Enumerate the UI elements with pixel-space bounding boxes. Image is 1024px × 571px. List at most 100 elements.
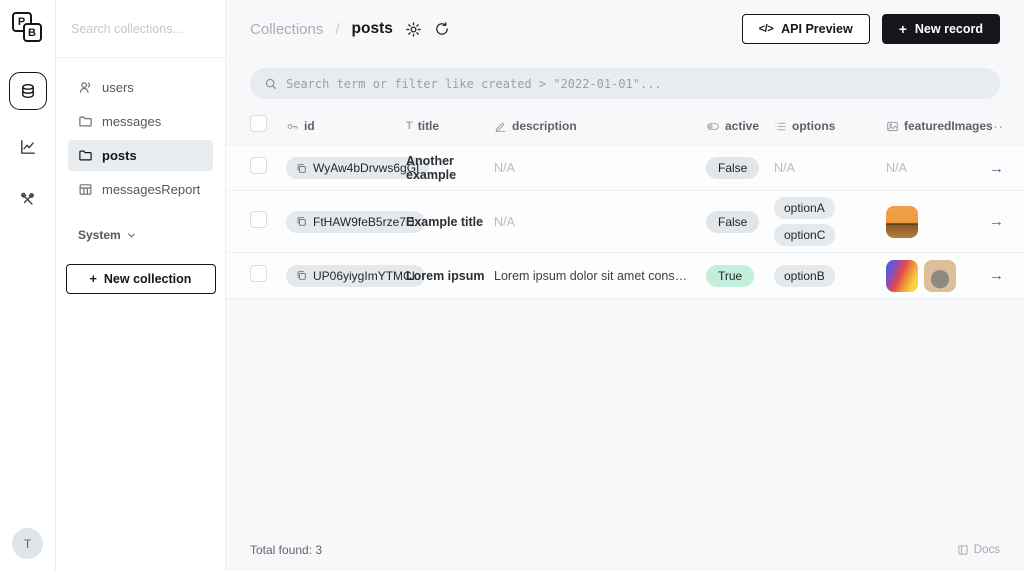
- table-footer: Total found: 3 Docs: [226, 529, 1024, 571]
- record-title: Another example: [406, 154, 457, 182]
- record-id-pill[interactable]: UP06yiygImYTMCI: [286, 264, 426, 287]
- cat-thumbnail[interactable]: [924, 259, 956, 292]
- record-title: Lorem ipsum: [406, 268, 485, 283]
- logo-letter-b: B: [22, 23, 42, 42]
- sidebar-item-messages[interactable]: messages: [68, 106, 213, 137]
- pencil-icon: [494, 120, 507, 133]
- row-checkbox[interactable]: [250, 210, 267, 228]
- key-icon: [286, 120, 299, 133]
- list-icon: [774, 120, 787, 133]
- chevron-down-icon: [126, 230, 137, 241]
- sidebar-search: [56, 0, 225, 58]
- column-options-menu-button[interactable]: ···: [988, 119, 1004, 134]
- sidebar-item-label: posts: [102, 148, 137, 163]
- record-title: Example title: [406, 214, 484, 229]
- icon-rail: P B T: [0, 0, 56, 571]
- collections-nav-button[interactable]: [8, 72, 47, 110]
- collection-list: users messages posts messagesReport: [56, 58, 225, 208]
- logs-nav-button[interactable]: [9, 128, 47, 166]
- api-preview-button[interactable]: </> API Preview: [741, 14, 870, 44]
- options-na: N/A: [774, 161, 795, 175]
- refresh-button[interactable]: [434, 21, 450, 37]
- api-preview-label: API Preview: [781, 22, 853, 36]
- select-all-checkbox[interactable]: [250, 115, 267, 132]
- row-checkbox[interactable]: [250, 264, 267, 282]
- image-icon: [886, 120, 899, 133]
- table-body: WyAw4bDrvws6gGI Another example N/A False N/…: [226, 145, 1024, 299]
- settings-nav-button[interactable]: [9, 180, 47, 218]
- sidebar-item-users[interactable]: users: [68, 72, 213, 103]
- new-collection-label: New collection: [103, 272, 192, 286]
- copy-icon: [296, 270, 307, 281]
- sidebar-item-posts[interactable]: posts: [68, 140, 213, 171]
- new-record-button[interactable]: + New record: [881, 14, 1000, 44]
- system-collections-toggle[interactable]: System: [56, 208, 225, 242]
- expand-record-arrow[interactable]: →: [989, 213, 1004, 230]
- database-icon: [19, 82, 37, 100]
- chart-icon: [19, 138, 37, 156]
- expand-record-arrow[interactable]: →: [989, 267, 1004, 284]
- pocketbase-logo[interactable]: P B: [11, 12, 44, 44]
- record-id: UP06yiygImYTMCI: [313, 268, 416, 283]
- record-id: FtHAW9feB5rze7D: [313, 214, 415, 229]
- text-icon: T: [406, 120, 413, 132]
- record-options: optionA optionC: [774, 197, 886, 246]
- new-record-label: New record: [914, 22, 983, 36]
- sunset-thumbnail[interactable]: [886, 205, 918, 238]
- users-icon: [78, 80, 93, 95]
- column-header-id[interactable]: id: [286, 119, 406, 133]
- copy-icon: [296, 216, 307, 227]
- column-header-title[interactable]: T title: [406, 119, 494, 133]
- column-header-description[interactable]: description: [494, 119, 706, 133]
- total-found-label: Total found: 3: [250, 543, 323, 557]
- copy-icon: [296, 163, 307, 174]
- breadcrumb-current-collection: posts: [351, 20, 393, 37]
- sidebar-item-label: users: [102, 80, 134, 95]
- tools-icon: [19, 191, 36, 208]
- column-header-options[interactable]: options: [774, 119, 886, 133]
- table-icon: [78, 182, 93, 197]
- record-description: Lorem ipsum dolor sit amet consectetur..…: [494, 268, 706, 283]
- main-panel: Collections / posts </> API Preview + Ne…: [226, 0, 1024, 571]
- table-header-row: id T title description active options fe…: [226, 107, 1024, 145]
- option-pill: optionC: [774, 224, 836, 246]
- page-header: Collections / posts </> API Preview + Ne…: [226, 0, 1024, 58]
- row-checkbox[interactable]: [250, 157, 267, 174]
- docs-link[interactable]: Docs: [957, 544, 1000, 556]
- sidebar-item-messagesReport[interactable]: messagesReport: [68, 174, 213, 205]
- option-pill: optionA: [774, 197, 835, 219]
- record-description: N/A: [494, 161, 515, 175]
- breadcrumb-collections[interactable]: Collections: [250, 21, 323, 38]
- option-pill: optionB: [774, 264, 835, 287]
- rainbow-art-thumbnail[interactable]: [886, 259, 918, 292]
- record-featured-images: [886, 205, 986, 238]
- column-header-active[interactable]: active: [706, 119, 774, 133]
- search-icon: [264, 77, 278, 91]
- table-row[interactable]: FtHAW9feB5rze7D Example title N/A False opti…: [226, 191, 1024, 253]
- folder-icon: [78, 148, 93, 163]
- user-avatar[interactable]: T: [12, 528, 43, 559]
- sidebar-item-label: messagesReport: [102, 182, 201, 197]
- new-collection-button[interactable]: + New collection: [65, 264, 216, 294]
- record-featured-images: [886, 259, 986, 292]
- active-badge: False: [706, 210, 760, 233]
- toggle-icon: [706, 120, 720, 133]
- table-row[interactable]: UP06yiygImYTMCI Lorem ipsum Lorem ipsum do…: [226, 253, 1024, 299]
- images-na: N/A: [886, 161, 907, 175]
- record-options: N/A: [774, 161, 886, 175]
- collection-settings-button[interactable]: [405, 21, 422, 38]
- active-badge: False: [706, 157, 760, 179]
- record-id-pill[interactable]: FtHAW9feB5rze7D: [286, 210, 425, 233]
- plus-icon: +: [898, 21, 907, 37]
- record-description: N/A: [494, 214, 515, 229]
- expand-record-arrow[interactable]: →: [989, 160, 1004, 177]
- table-row[interactable]: WyAw4bDrvws6gGI Another example N/A False N/…: [226, 145, 1024, 191]
- column-header-featured-images[interactable]: featuredImages: [886, 119, 993, 133]
- system-label: System: [78, 228, 121, 242]
- search-collections-input[interactable]: [71, 21, 210, 36]
- active-badge: True: [706, 264, 755, 287]
- folder-icon: [78, 114, 93, 129]
- book-icon: [957, 544, 969, 556]
- record-id: WyAw4bDrvws6gGI: [313, 161, 420, 175]
- records-filter-input[interactable]: [286, 76, 986, 91]
